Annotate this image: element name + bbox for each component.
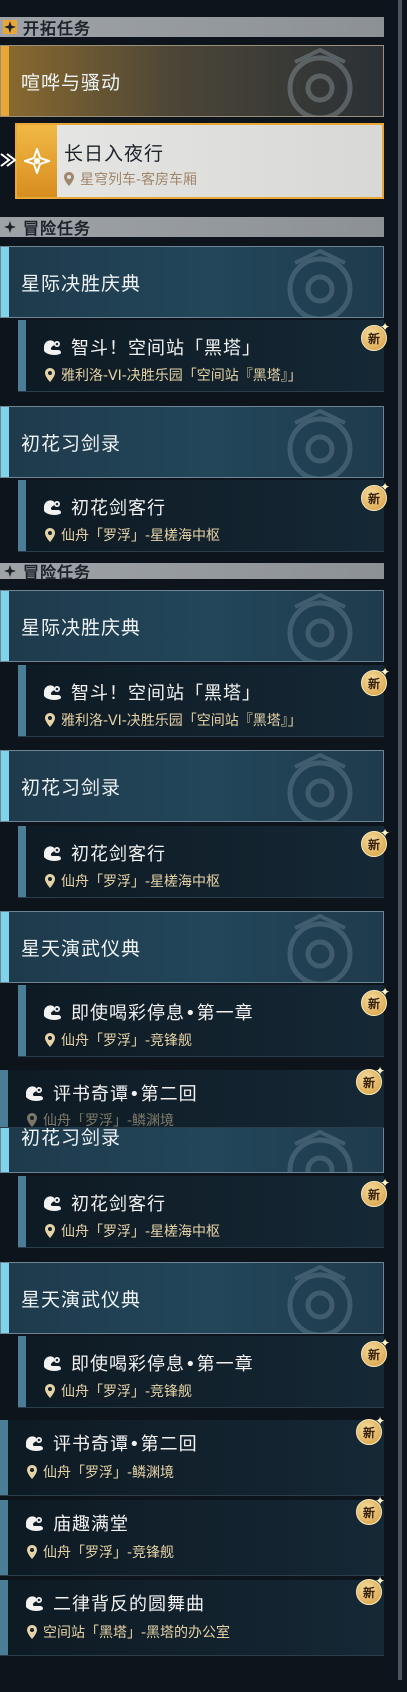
- new-badge-icon: 新 ✦: [353, 1064, 385, 1096]
- active-quest-location: 星穹列车-客房车厢: [64, 169, 197, 189]
- adventure-quest-icon: [42, 844, 64, 862]
- new-badge-icon: 新 ✦: [358, 1336, 390, 1368]
- selection-arrow-icon: [0, 150, 17, 174]
- adventure-quest-icon: [42, 683, 64, 701]
- scrollbar[interactable]: [398, 560, 402, 1120]
- chapter-sword[interactable]: 初花习剑录: [0, 406, 384, 478]
- quest-item[interactable]: 庙趣满堂 仙舟「罗浮」-竞锋舰: [0, 1500, 384, 1576]
- chapter-label: 喧哗与骚动: [21, 71, 122, 94]
- quest-item[interactable]: 智斗！空间站「黑塔」 雅利洛-VI-决胜乐园「空间站『黑塔』」: [18, 665, 384, 737]
- location-pin-icon: [45, 1224, 55, 1238]
- quest-item[interactable]: 初花剑客行 仙舟「罗浮」-星槎海中枢: [18, 480, 384, 552]
- quest-item[interactable]: 初花剑客行 仙舟「罗浮」-星槎海中枢: [18, 826, 384, 898]
- quest-item[interactable]: 初花剑客行 仙舟「罗浮」-星槎海中枢: [18, 1176, 384, 1248]
- chapter-sword[interactable]: 初花习剑录: [0, 750, 384, 822]
- active-quest-title: 长日入夜行: [64, 143, 165, 165]
- location-pin-icon: [45, 713, 55, 727]
- adventure-section-header: 冒险任务: [0, 217, 384, 238]
- adventure-quest-icon: [42, 1003, 64, 1021]
- trailblaze-section-header: 开拓任务: [0, 17, 384, 38]
- location-pin-icon: [45, 1033, 55, 1047]
- chapter-sword[interactable]: 初花习剑录: [0, 1128, 384, 1173]
- emblem-icon: [265, 1265, 375, 1333]
- section-title: 开拓任务: [23, 19, 92, 38]
- quest-item[interactable]: 智斗！空间站「黑塔」 雅利洛-VI-决胜乐园「空间站『黑塔』」: [18, 320, 384, 392]
- location-pin-icon: [45, 1384, 55, 1398]
- new-badge-icon: 新 ✦: [358, 665, 390, 697]
- new-badge-icon: 新 ✦: [358, 985, 390, 1017]
- adventure-quest-icon: [42, 498, 64, 516]
- location-pin-icon: [27, 1465, 37, 1479]
- emblem-icon: [265, 249, 375, 317]
- new-badge-icon: 新 ✦: [358, 1176, 390, 1208]
- location-pin-icon: [27, 1545, 37, 1559]
- chapter-trailblaze[interactable]: 喧哗与骚动: [0, 45, 384, 117]
- chapter-martial[interactable]: 星天演武仪典: [0, 911, 384, 983]
- quest-item[interactable]: 二律背反的圆舞曲 空间站「黑塔」-黑塔的办公室: [0, 1580, 384, 1656]
- location-pin-icon: [64, 172, 74, 186]
- emblem-icon: [265, 409, 375, 477]
- new-badge-icon: 新 ✦: [358, 480, 390, 512]
- new-badge-icon: 新 ✦: [358, 826, 390, 858]
- adventure-section-header: 冒险任务: [0, 563, 384, 582]
- emblem-icon: [265, 1130, 375, 1173]
- location-pin-icon: [45, 528, 55, 542]
- emblem-icon: [265, 48, 375, 116]
- active-quest-card[interactable]: 长日入夜行 星穹列车-客房车厢: [15, 123, 384, 199]
- adventure-quest-icon: [24, 1434, 46, 1452]
- adventure-quest-icon: [24, 1514, 46, 1532]
- adventure-quest-icon: [24, 1084, 46, 1102]
- location-pin-icon: [45, 874, 55, 888]
- scrollbar[interactable]: [398, 1120, 402, 1680]
- adventure-quest-icon: [24, 1594, 46, 1612]
- emblem-icon: [265, 593, 375, 661]
- adventure-quest-icon: [42, 1354, 64, 1372]
- adventure-quest-icon: [42, 1194, 64, 1212]
- scrollbar[interactable]: [398, 0, 402, 560]
- quest-item[interactable]: 即使喝彩停息•第一章 仙舟「罗浮」-竞锋舰: [18, 1336, 384, 1408]
- location-pin-icon: [27, 1113, 37, 1127]
- new-badge-icon: 新 ✦: [353, 1574, 385, 1606]
- trailblaze-icon: [3, 20, 17, 34]
- chapter-star-festival[interactable]: 星际决胜庆典: [0, 590, 384, 662]
- chapter-star-festival[interactable]: 星际决胜庆典: [0, 246, 384, 318]
- chapter-martial[interactable]: 星天演武仪典: [0, 1262, 384, 1334]
- new-badge-icon: 新 ✦: [353, 1494, 385, 1526]
- location-pin-icon: [45, 368, 55, 382]
- location-pin-icon: [27, 1625, 37, 1639]
- adventure-quest-icon: [42, 338, 64, 356]
- emblem-icon: [265, 753, 375, 821]
- adventure-icon: [3, 564, 17, 578]
- adventure-icon: [3, 220, 17, 234]
- new-badge-icon: 新 ✦: [353, 1414, 385, 1446]
- quest-item[interactable]: 评书奇谭•第二回 仙舟「罗浮」-鳞渊境: [0, 1420, 384, 1496]
- new-badge-icon: 新 ✦: [358, 320, 390, 352]
- emblem-icon: [265, 914, 375, 982]
- quest-type-icon: [17, 125, 57, 197]
- quest-item[interactable]: 评书奇谭•第二回 仙舟「罗浮」-鳞渊境: [0, 1070, 384, 1129]
- quest-item[interactable]: 即使喝彩停息•第一章 仙舟「罗浮」-竞锋舰: [18, 985, 384, 1057]
